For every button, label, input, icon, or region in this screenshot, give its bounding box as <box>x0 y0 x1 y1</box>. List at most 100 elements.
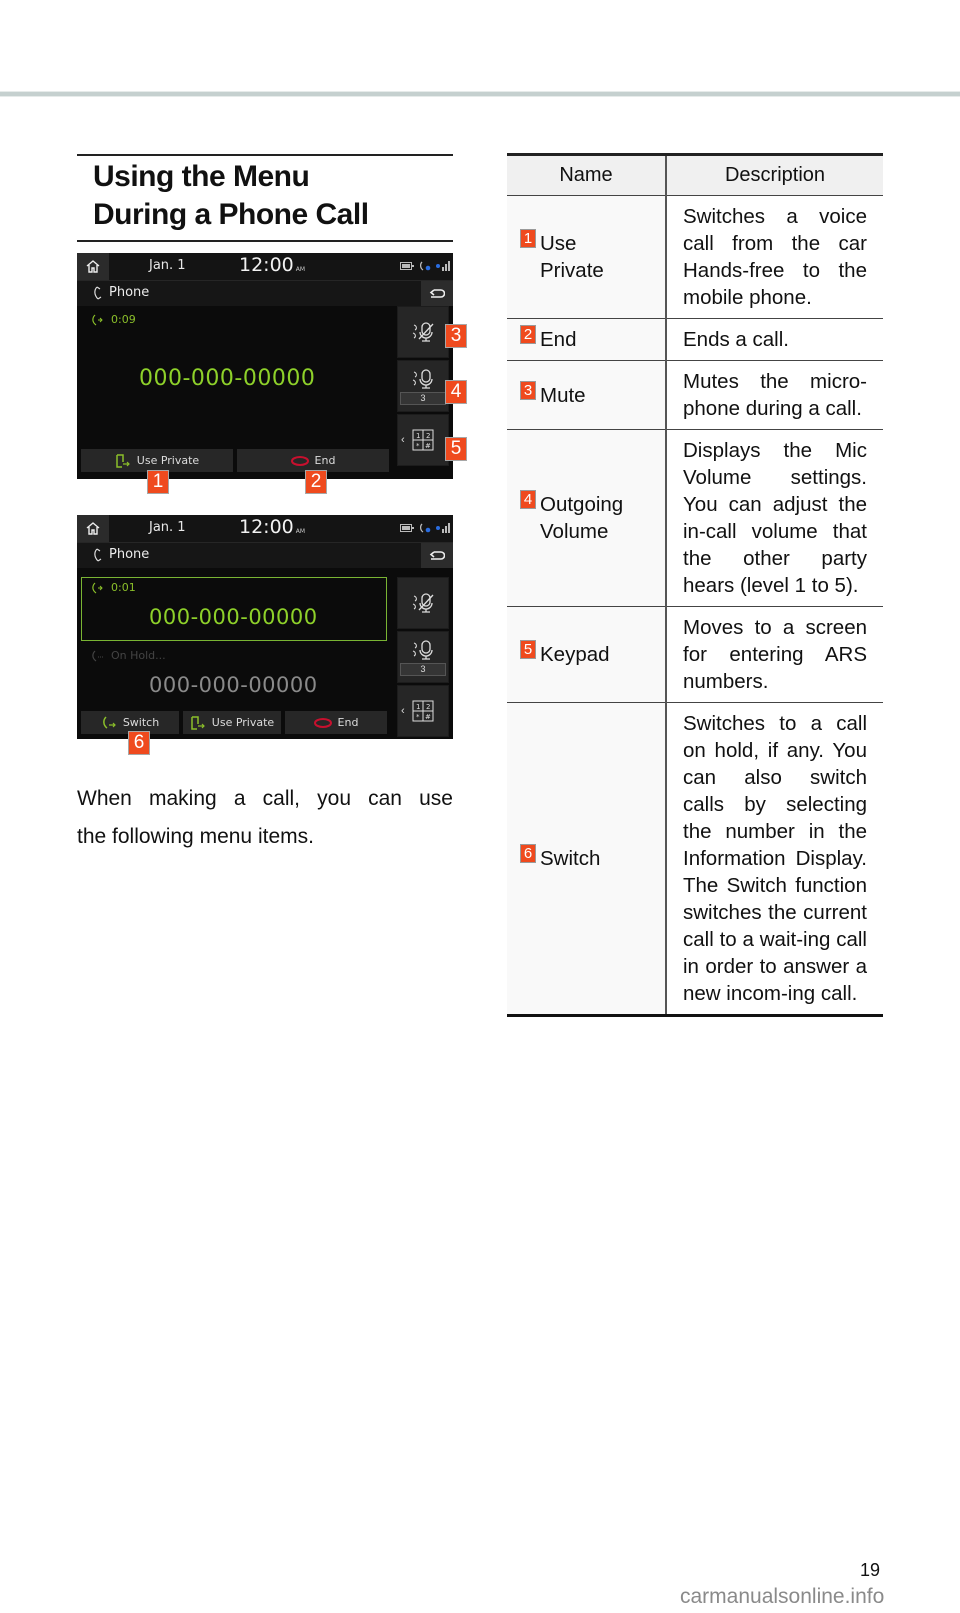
callout-6: 6 <box>129 732 149 754</box>
svg-text:*: * <box>416 442 420 450</box>
home-button[interactable] <box>77 515 109 542</box>
status-time: 12:00 AM <box>239 254 306 276</box>
battery-icon <box>400 262 414 270</box>
phone-icon <box>94 286 102 299</box>
outgoing-call-icon <box>92 582 103 593</box>
row-description: Ends a call. <box>665 318 883 361</box>
bluetooth-phone-icon <box>419 523 431 533</box>
held-call-number[interactable]: 000-000-00000 <box>149 673 318 697</box>
callout-1: 1 <box>148 471 168 493</box>
page-number: 19 <box>860 1560 881 1580</box>
callout-2: 2 <box>521 326 535 343</box>
title-bar: Phone <box>77 543 453 568</box>
status-time: 12:00 AM <box>239 516 306 538</box>
callout-4: 4 <box>521 491 535 508</box>
status-date: Jan. 1 <box>149 520 186 535</box>
svg-text:#: # <box>425 713 431 721</box>
status-date: Jan. 1 <box>149 258 186 273</box>
call-timer: 0:09 <box>91 313 136 326</box>
header-name: Name <box>507 153 666 196</box>
row-name: 5 Keypad <box>507 606 666 703</box>
keypad-button[interactable]: ‹ 1 2 * # <box>397 685 449 737</box>
table-row: 2 End Ends a call. <box>507 318 883 361</box>
callout-4: 4 <box>446 381 466 403</box>
switch-button[interactable]: Switch <box>81 711 179 734</box>
watermark: carmanualsonline.info <box>680 1585 885 1608</box>
row-name: 6 Switch <box>507 702 666 1017</box>
callout-5: 5 <box>521 641 535 658</box>
mute-mic-icon <box>412 322 434 342</box>
status-icons <box>400 260 450 272</box>
end-call-icon <box>313 717 332 728</box>
status-bar: Jan. 1 12:00 AM <box>77 253 453 281</box>
row-description: Moves to a screen for entering ARS numbe… <box>665 606 883 703</box>
row-name: 2 End <box>507 318 666 361</box>
held-call-icon <box>92 650 103 661</box>
header-description: Description <box>665 153 883 196</box>
row-name: 4 Outgoing Volume <box>507 429 666 607</box>
screen-title: Phone <box>93 547 149 562</box>
callout-1: 1 <box>521 230 535 247</box>
outgoing-volume-button[interactable]: 3 <box>397 631 449 683</box>
screen-title: Phone <box>93 285 149 300</box>
back-icon <box>429 550 445 560</box>
back-icon <box>429 288 445 298</box>
mute-button[interactable] <box>397 306 449 358</box>
chevron-left-icon: ‹ <box>401 705 405 717</box>
svg-text:2: 2 <box>426 703 430 711</box>
chevron-left-icon: ‹ <box>401 434 405 446</box>
back-button[interactable] <box>421 543 453 568</box>
volume-level: 3 <box>400 391 446 405</box>
menu-items-table: Name Description 1 Use Private Switches a … <box>507 153 883 1017</box>
end-call-icon <box>290 455 309 466</box>
active-call-number: 000-000-00000 <box>149 605 318 629</box>
status-icons <box>400 522 450 534</box>
battery-icon <box>400 524 414 532</box>
outgoing-call-icon <box>92 314 103 325</box>
heading-line-1: Using the Menu <box>93 160 310 193</box>
table-row: 1 Use Private Switches a voice call from t… <box>507 195 883 319</box>
bluetooth-phone-icon <box>419 261 431 271</box>
keypad-button[interactable]: ‹ 1 2 * # <box>397 414 449 466</box>
mute-button[interactable] <box>397 577 449 629</box>
home-button[interactable] <box>77 253 109 280</box>
mic-volume-icon <box>412 368 433 389</box>
use-private-button[interactable]: Use Private <box>81 449 233 472</box>
home-icon <box>86 260 100 273</box>
mic-volume-icon <box>412 639 433 660</box>
held-call-status[interactable]: On Hold... <box>91 649 166 662</box>
heading-line-2: During a Phone Call <box>93 198 369 231</box>
row-description: Switches a voice call from the car Hands… <box>665 195 883 319</box>
end-call-button[interactable]: End <box>285 711 387 734</box>
screenshot-two-calls: Jan. 1 12:00 AM Phone 0:01 000-000-00000 … <box>77 515 453 739</box>
row-description: Switches to a call on hold, if any. You … <box>665 702 883 1017</box>
intro-line-2: the following menu items. <box>77 825 314 848</box>
callout-2: 2 <box>306 471 326 493</box>
mute-mic-icon <box>412 593 434 613</box>
svg-text:1: 1 <box>416 432 420 440</box>
svg-text:*: * <box>416 713 420 721</box>
table-row: 4 Outgoing Volume Displays the Mic Volume … <box>507 429 883 607</box>
row-name: 1 Use Private <box>507 195 666 319</box>
callout-5: 5 <box>446 438 466 460</box>
svg-text:2: 2 <box>426 432 430 440</box>
volume-level: 3 <box>400 662 446 676</box>
svg-text:1: 1 <box>416 703 420 711</box>
end-call-button[interactable]: End <box>237 449 389 472</box>
table-header-row: Name Description <box>507 153 883 196</box>
home-icon <box>86 522 100 535</box>
keypad-icon: 1 2 * # <box>412 429 434 451</box>
callout-3: 3 <box>521 381 535 399</box>
switch-call-icon <box>102 715 116 729</box>
section-heading: Using the Menu During a Phone Call <box>77 154 453 242</box>
back-button[interactable] <box>421 281 453 306</box>
use-private-icon <box>191 715 205 730</box>
keypad-icon: 1 2 * # <box>412 700 434 722</box>
callout-6: 6 <box>521 845 535 862</box>
outgoing-volume-button[interactable]: 3 <box>397 360 449 412</box>
use-private-button[interactable]: Use Private <box>183 711 281 734</box>
use-private-icon <box>116 453 130 468</box>
active-call-timer: 0:01 <box>91 581 136 594</box>
intro-paragraph: When making a call, you can use the foll… <box>77 780 453 856</box>
row-name: 3 Mute <box>507 360 666 430</box>
